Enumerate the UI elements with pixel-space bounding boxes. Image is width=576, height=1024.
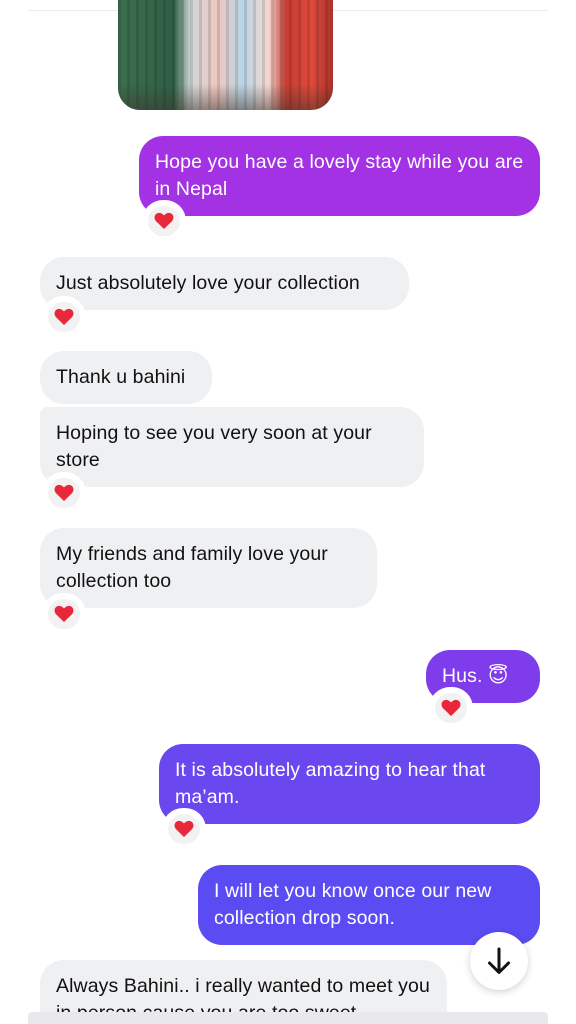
message-text: Hope you have a lovely stay while you ar… <box>155 151 524 200</box>
heart-icon <box>441 699 461 716</box>
heart-icon <box>54 484 74 501</box>
composer-edge <box>28 1012 548 1024</box>
message-incoming[interactable]: Thank u bahini <box>40 351 212 404</box>
heart-icon <box>174 820 194 837</box>
shared-photo[interactable] <box>118 0 333 110</box>
reaction-badge[interactable] <box>45 596 83 632</box>
reaction-badge[interactable] <box>145 203 183 239</box>
message-text: It is absolutely amazing to hear that ma… <box>175 759 486 808</box>
message-text: My friends and family love your collecti… <box>56 543 328 592</box>
message-incoming[interactable]: Just absolutely love your collection <box>40 257 409 310</box>
message-text: Just absolutely love your collection <box>56 272 360 294</box>
scroll-to-bottom-button[interactable] <box>470 932 528 990</box>
message-text: I will let you know once our new collect… <box>214 880 492 929</box>
message-incoming[interactable]: My friends and family love your collecti… <box>40 528 377 608</box>
reaction-badge[interactable] <box>45 475 83 511</box>
message-incoming[interactable]: Hoping to see you very soon at your stor… <box>40 407 424 487</box>
photo-floor <box>118 84 333 110</box>
heart-icon <box>154 212 174 229</box>
message-text: Hoping to see you very soon at your stor… <box>56 422 372 471</box>
reaction-badge[interactable] <box>432 690 470 726</box>
reaction-badge[interactable] <box>165 811 203 847</box>
reaction-badge[interactable] <box>45 299 83 335</box>
message-outgoing[interactable]: It is absolutely amazing to hear that ma… <box>159 744 540 824</box>
message-text: Hus. 😇 <box>442 665 509 687</box>
heart-icon <box>54 605 74 622</box>
arrow-down-icon <box>488 947 510 974</box>
message-outgoing[interactable]: Hope you have a lovely stay while you ar… <box>139 136 540 216</box>
message-text: Thank u bahini <box>56 366 186 388</box>
heart-icon <box>54 308 74 325</box>
